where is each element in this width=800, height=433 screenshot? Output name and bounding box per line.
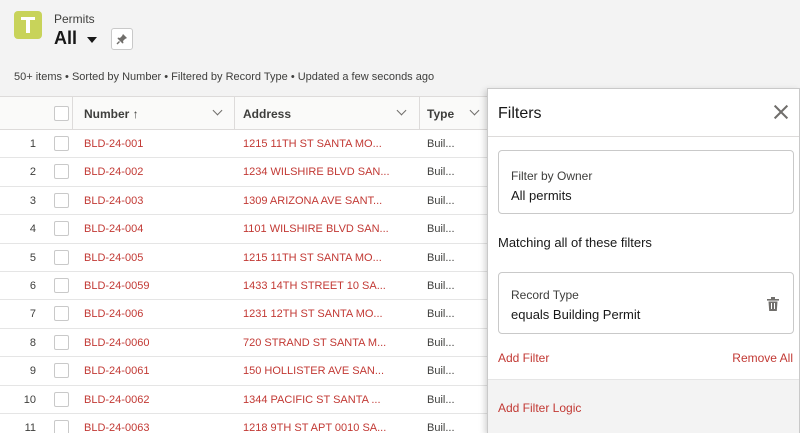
permit-number-link[interactable]: BLD-24-006 [84,308,143,320]
chevron-down-icon[interactable] [212,105,223,116]
record-type-filter-value: equals Building Permit [511,307,641,322]
permit-type-cell: Buil... [427,166,455,179]
permit-address-link[interactable]: 1231 12TH ST SANTA MO... [243,308,393,320]
column-header-address-label: Address [243,106,292,121]
row-select-checkbox[interactable] [54,391,69,407]
permit-address-link[interactable]: 1218 9TH ST APT 0010 SA... [243,422,393,433]
column-header-type-label: Type [427,106,455,121]
column-divider [72,97,73,130]
remove-all-link[interactable]: Remove All [732,351,793,365]
permit-type-cell: Buil... [427,223,455,236]
record-type-filter-card[interactable]: Record Type equals Building Permit [498,272,794,334]
permit-type-cell: Buil... [427,421,455,433]
filters-panel: Filters Filter by Owner All permits Matc… [487,88,800,433]
add-filter-logic-link[interactable]: Add Filter Logic [498,401,581,415]
row-select-checkbox[interactable] [54,334,69,350]
permit-number-link[interactable]: BLD-24-004 [84,223,143,235]
row-number: 9 [29,365,36,378]
permit-type-cell: Buil... [427,279,455,292]
permit-type-cell: Buil... [427,308,455,321]
row-select-checkbox[interactable] [54,249,69,265]
permit-address-link[interactable]: 1344 PACIFIC ST SANTA ... [243,394,393,406]
caret-down-icon [87,36,98,43]
trash-icon[interactable] [767,297,779,311]
column-divider [234,97,235,130]
permit-address-link[interactable]: 1309 ARIZONA AVE SANT... [243,195,393,207]
filters-panel-header: Filters [488,89,799,137]
add-filter-link[interactable]: Add Filter [498,351,549,365]
permit-object-icon [14,11,42,39]
row-select-checkbox[interactable] [54,164,69,180]
row-number: 7 [29,308,36,321]
chevron-down-icon[interactable] [469,105,480,116]
row-number: 2 [29,166,36,179]
permit-number-link[interactable]: BLD-24-005 [84,252,143,264]
permit-number-link[interactable]: BLD-24-002 [84,166,143,178]
column-divider [419,97,420,130]
row-number: 1 [29,138,36,150]
permit-type-cell: Buil... [427,194,455,207]
row-select-checkbox[interactable] [54,136,69,151]
filter-by-owner-label: Filter by Owner [511,169,593,183]
record-type-filter-label: Record Type [511,288,579,302]
row-select-checkbox[interactable] [54,363,69,379]
filter-by-owner-card[interactable]: Filter by Owner All permits [498,150,794,214]
column-header-address[interactable]: Address [243,97,291,130]
permit-address-link[interactable]: 1215 11TH ST SANTA MO... [243,138,393,150]
permit-address-link[interactable]: 720 STRAND ST SANTA M... [243,337,393,349]
row-number: 8 [29,336,36,349]
pin-icon [116,34,127,45]
filter-by-owner-value: All permits [511,188,572,203]
column-header-number[interactable]: Number ↑ [84,97,139,130]
permit-type-cell: Buil... [427,393,455,406]
row-select-checkbox[interactable] [54,192,69,208]
row-number: 6 [29,279,36,292]
list-status-text: 50+ items • Sorted by Number • Filtered … [14,71,435,83]
permit-address-link[interactable]: 150 HOLLISTER AVE SAN... [243,365,393,377]
permit-address-link[interactable]: 1433 14TH STREET 10 SA... [243,280,393,292]
object-label: Permits [54,12,95,26]
permit-address-link[interactable]: 1101 WILSHIRE BLVD SAN... [243,223,393,235]
close-icon[interactable] [773,104,789,120]
permit-number-link[interactable]: BLD-24-0061 [84,365,149,377]
permit-type-cell: Buil... [427,365,455,378]
chevron-down-icon[interactable] [396,105,407,116]
view-name: All [54,28,78,48]
filters-panel-footer: Add Filter Logic [488,379,799,433]
pin-list-view-button[interactable] [111,28,133,50]
row-select-checkbox[interactable] [54,277,69,293]
column-header-number-label: Number ↑ [84,106,139,121]
list-view-switcher[interactable]: All [54,28,98,49]
permit-type-cell: Buil... [427,138,455,150]
permit-number-link[interactable]: BLD-24-001 [84,138,143,150]
row-select-checkbox[interactable] [54,306,69,322]
row-number: 3 [29,194,36,207]
permit-number-link[interactable]: BLD-24-0059 [84,280,149,292]
permit-address-link[interactable]: 1234 WILSHIRE BLVD SAN... [243,166,393,178]
row-number: 11 [24,421,36,433]
select-all-checkbox[interactable] [54,106,69,121]
list-view-header: Permits All 50+ items • Sorted by Number… [0,0,800,97]
permit-number-link[interactable]: BLD-24-0062 [84,394,149,406]
permit-type-cell: Buil... [427,336,455,349]
row-number: 5 [29,251,36,264]
filters-title: Filters [498,105,542,122]
permit-address-link[interactable]: 1215 11TH ST SANTA MO... [243,252,393,264]
permit-type-cell: Buil... [427,251,455,264]
column-header-type[interactable]: Type [427,97,454,130]
row-number: 10 [23,393,36,406]
permit-number-link[interactable]: BLD-24-003 [84,195,143,207]
row-number: 4 [29,223,36,236]
permit-number-link[interactable]: BLD-24-0063 [84,422,149,433]
row-select-checkbox[interactable] [54,221,69,237]
permit-number-link[interactable]: BLD-24-0060 [84,337,149,349]
matching-filters-heading: Matching all of these filters [498,235,652,250]
row-select-checkbox[interactable] [54,419,69,433]
